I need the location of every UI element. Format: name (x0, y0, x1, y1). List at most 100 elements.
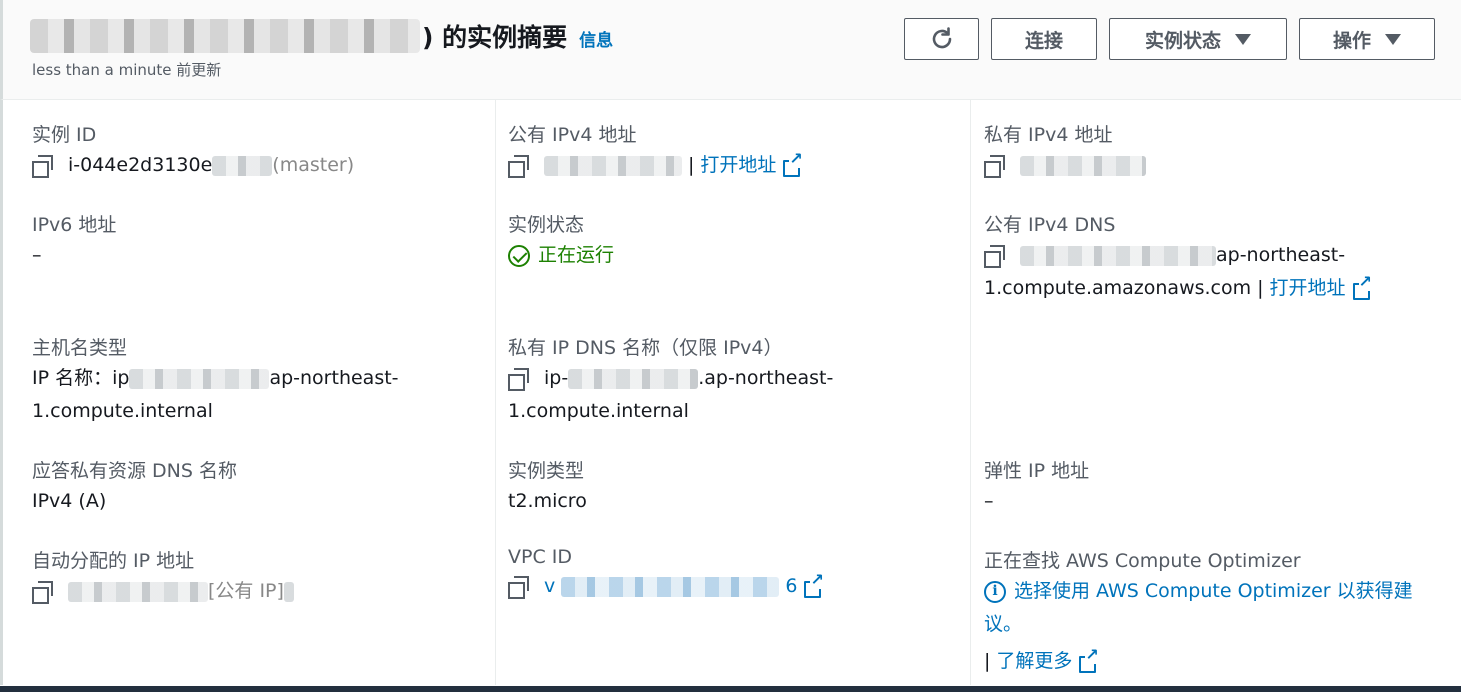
separator: | (984, 650, 991, 672)
elastic-ip-value: – (984, 490, 994, 512)
field-value: IP 名称：ip ap-northeast- (32, 362, 399, 395)
instance-id-suffix: (master) (272, 154, 355, 176)
private-dns-field: 私有 IP DNS 名称（仅限 IPv4） ip- .ap-northeast-… (508, 333, 833, 428)
resource-dns-value: IPv4 (A) (32, 490, 107, 512)
resource-dns-field: 应答私有资源 DNS 名称 IPv4 (A) (32, 456, 237, 518)
optimizer-link-line2[interactable]: 议。 (984, 608, 1413, 641)
last-updated-text: less than a minute 前更新 (32, 61, 222, 79)
redacted-instance-name (30, 19, 420, 53)
field-label: 弹性 IP 地址 (984, 460, 1090, 482)
caret-down-icon (1235, 33, 1251, 45)
info-link[interactable]: 信息 (579, 26, 613, 51)
caret-down-icon (1385, 33, 1401, 45)
public-dns-line2: 1.compute.amazonaws.com (984, 277, 1252, 299)
open-address-link[interactable]: 打开地址 (1270, 272, 1372, 305)
refresh-icon (932, 27, 951, 49)
field-label: 私有 IPv4 地址 (984, 124, 1113, 146)
field-label: 公有 IPv4 地址 (508, 124, 637, 146)
private-dns-suffix: .ap-northeast- (698, 367, 834, 389)
copy-icon[interactable] (508, 154, 530, 178)
instance-type-value: t2.micro (508, 490, 587, 512)
learn-more-row: | 了解更多 (984, 645, 1413, 678)
field-value: [公有 IP] (32, 575, 294, 608)
page-title: ) 的实例摘要 (422, 23, 568, 52)
info-icon: i (984, 580, 1006, 603)
external-link-icon (803, 570, 824, 598)
auto-ip-suffix: [公有 IP] (208, 580, 284, 602)
instance-state-label: 实例状态 (1144, 29, 1221, 52)
bottom-bar (0, 686, 1461, 692)
vpc-id-suffix: 6 (785, 575, 798, 597)
optimizer-field: 正在查找 AWS Compute Optimizer i 选择使用 AWS Co… (984, 546, 1413, 678)
column-divider (970, 100, 971, 685)
refresh-button[interactable] (904, 18, 979, 60)
open-address-link[interactable]: 打开地址 (700, 149, 803, 182)
actions-label: 操作 (1332, 29, 1371, 52)
external-link-icon (782, 149, 803, 177)
copy-icon[interactable] (984, 154, 1006, 178)
vpc-id-prefix: v (544, 575, 556, 597)
field-label: 实例状态 (508, 214, 585, 236)
open-address-label: 打开地址 (700, 154, 777, 176)
field-label: VPC ID (508, 546, 572, 568)
public-ipv4-field: 公有 IPv4 地址 | 打开地址 (508, 120, 803, 182)
connect-button[interactable]: 连接 (991, 18, 1097, 60)
copy-icon[interactable] (508, 367, 530, 391)
field-label: 私有 IP DNS 名称（仅限 IPv4） (508, 337, 783, 359)
field-value: i-044e2d3130e (master) (32, 149, 354, 182)
elastic-ip-field: 弹性 IP 地址 – (984, 456, 1089, 518)
field-label: 自动分配的 IP 地址 (32, 550, 195, 572)
vpc-id-link[interactable]: v 6 (544, 570, 824, 603)
field-value: v 6 (508, 570, 824, 603)
field-value: | 打开地址 (508, 149, 803, 182)
ipv6-field: IPv6 地址 – (32, 210, 116, 272)
external-link-icon (1078, 645, 1099, 673)
redacted-text (544, 155, 682, 176)
public-dns-field: 公有 IPv4 DNS ap-northeast- 1.compute.amaz… (984, 210, 1372, 305)
field-label: 应答私有资源 DNS 名称 (32, 460, 237, 482)
status-text: 正在运行 (538, 244, 615, 266)
learn-more-label: 了解更多 (996, 650, 1073, 672)
field-label: 正在查找 AWS Compute Optimizer (984, 550, 1301, 572)
copy-icon[interactable] (32, 154, 54, 178)
open-address-label: 打开地址 (1269, 277, 1346, 299)
private-ipv4-field: 私有 IPv4 地址 (984, 120, 1146, 182)
private-dns-line2: 1.compute.internal (508, 400, 689, 422)
ipv6-value: – (32, 244, 42, 266)
page-title-row: ) 的实例摘要 信息 (30, 18, 613, 54)
field-value-line2: 1.compute.amazonaws.com | 打开地址 (984, 272, 1372, 305)
field-label: IPv6 地址 (32, 214, 117, 236)
field-label: 主机名类型 (32, 337, 128, 359)
instance-type-field: 实例类型 t2.micro (508, 456, 587, 518)
hostname-type-field: 主机名类型 IP 名称：ip ap-northeast- 1.compute.i… (32, 333, 399, 428)
field-label: 公有 IPv4 DNS (984, 214, 1116, 236)
private-dns-prefix: ip- (544, 367, 569, 389)
instance-id-prefix: i-044e2d3130e (68, 154, 213, 176)
copy-icon[interactable] (984, 244, 1006, 268)
redacted-text (1020, 245, 1216, 266)
redacted-text (1020, 155, 1146, 176)
connect-label: 连接 (1024, 29, 1063, 52)
redacted-text (68, 581, 208, 602)
auto-ip-field: 自动分配的 IP 地址 [公有 IP] (32, 546, 294, 608)
optimizer-link-line1: 选择使用 AWS Compute Optimizer 以获得建 (1014, 580, 1413, 602)
separator: | (688, 154, 695, 176)
hostname-suffix: ap-northeast- (269, 367, 399, 389)
hostname-prefix: IP 名称：ip (32, 367, 130, 389)
redacted-text (561, 576, 780, 597)
optimizer-opt-in-link[interactable]: i 选择使用 AWS Compute Optimizer 以获得建 (984, 575, 1413, 608)
field-value: ip- .ap-northeast- (508, 362, 833, 395)
field-label: 实例 ID (32, 124, 97, 146)
copy-icon[interactable] (32, 580, 54, 604)
field-label: 实例类型 (508, 460, 585, 482)
public-dns-suffix: ap-northeast- (1216, 244, 1346, 266)
actions-dropdown[interactable]: 操作 (1299, 18, 1435, 60)
copy-icon[interactable] (508, 575, 530, 599)
instance-status-field: 实例状态 正在运行 (508, 210, 614, 272)
instance-state-dropdown[interactable]: 实例状态 (1109, 18, 1287, 60)
instance-id-field: 实例 ID i-044e2d3130e (master) (32, 120, 354, 182)
field-value (984, 149, 1146, 182)
learn-more-link[interactable]: 了解更多 (996, 645, 1099, 678)
check-circle-icon (508, 244, 530, 267)
vpc-id-field: VPC ID v 6 (508, 546, 824, 603)
